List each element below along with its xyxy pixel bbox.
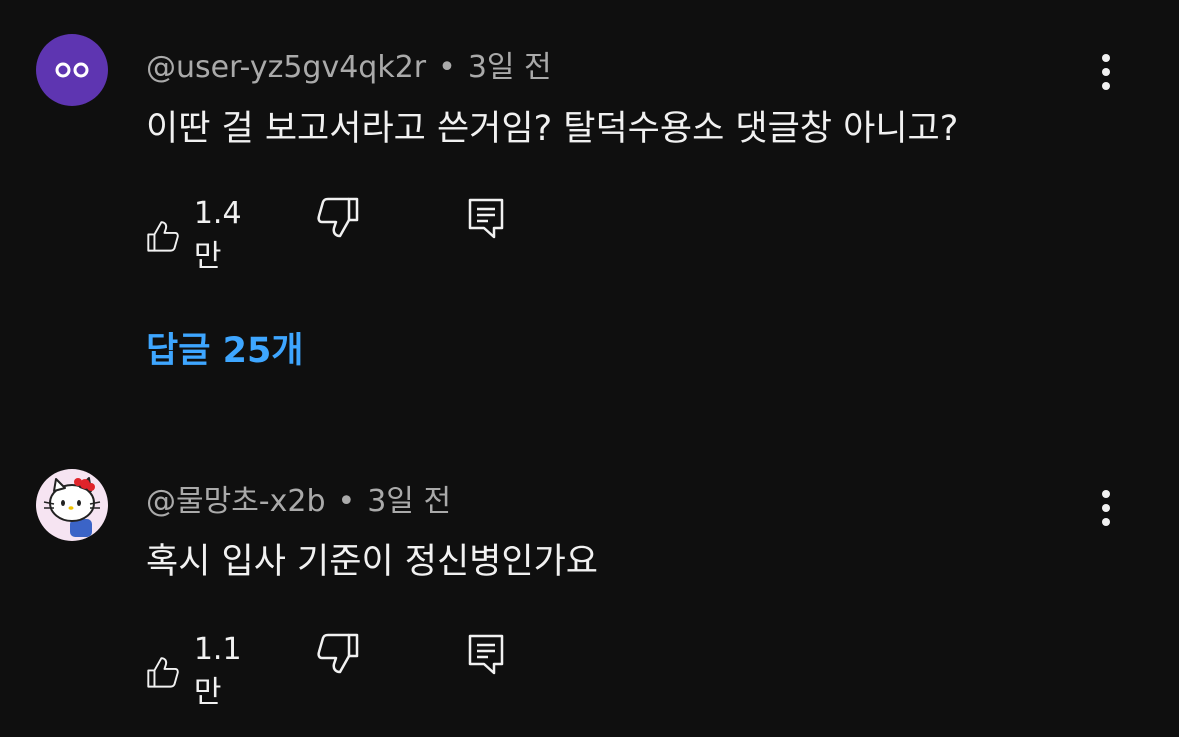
face-eyes-icon	[55, 62, 89, 78]
timestamp[interactable]: 3일 전	[468, 50, 552, 85]
more-dot	[1102, 504, 1110, 512]
like-count: 1.1만	[193, 632, 242, 710]
like-button[interactable]: 1.1만	[146, 632, 252, 711]
comment-text: 혹시 입사 기준이 정신병인가요	[146, 542, 598, 582]
dislike-button[interactable]	[316, 632, 360, 676]
comment-text: 이딴 걸 보고서라고 쓴거임? 탈덕수용소 댓글창 아니고?	[146, 109, 959, 149]
comment-meta: @user-yz5gv4qk2r • 3일 전	[146, 42, 552, 86]
author-name[interactable]: @물망초-x2b	[146, 484, 326, 519]
thumbs-down-icon	[317, 633, 359, 674]
separator-dot: •	[438, 50, 456, 85]
reply-comment-icon	[468, 198, 504, 239]
thumbs-up-icon	[147, 656, 179, 688]
like-button[interactable]: 1.4만	[146, 196, 252, 275]
more-options-button[interactable]	[1092, 486, 1122, 530]
more-dot	[1102, 82, 1110, 90]
reply-comment-icon	[468, 634, 504, 675]
avatar[interactable]	[36, 34, 108, 106]
separator-dot: •	[337, 484, 356, 519]
thumbs-up-icon	[147, 220, 179, 252]
reply-button[interactable]	[464, 196, 508, 240]
more-dot	[1102, 518, 1110, 526]
more-options-button[interactable]	[1092, 50, 1122, 94]
thumbs-down-icon	[317, 197, 359, 238]
timestamp[interactable]: 3일 전	[367, 484, 451, 519]
dislike-button[interactable]	[316, 196, 360, 240]
replies-toggle[interactable]: 답글 25개	[146, 322, 304, 373]
author-name[interactable]: @user-yz5gv4qk2r	[146, 50, 426, 85]
more-dot	[1102, 54, 1110, 62]
avatar[interactable]	[36, 469, 108, 541]
comment-meta: @물망초-x2b • 3일 전	[146, 476, 451, 520]
hello-kitty-icon	[43, 477, 101, 537]
more-dot	[1102, 68, 1110, 76]
reply-button[interactable]	[464, 632, 508, 676]
more-dot	[1102, 490, 1110, 498]
like-count: 1.4만	[193, 196, 242, 274]
